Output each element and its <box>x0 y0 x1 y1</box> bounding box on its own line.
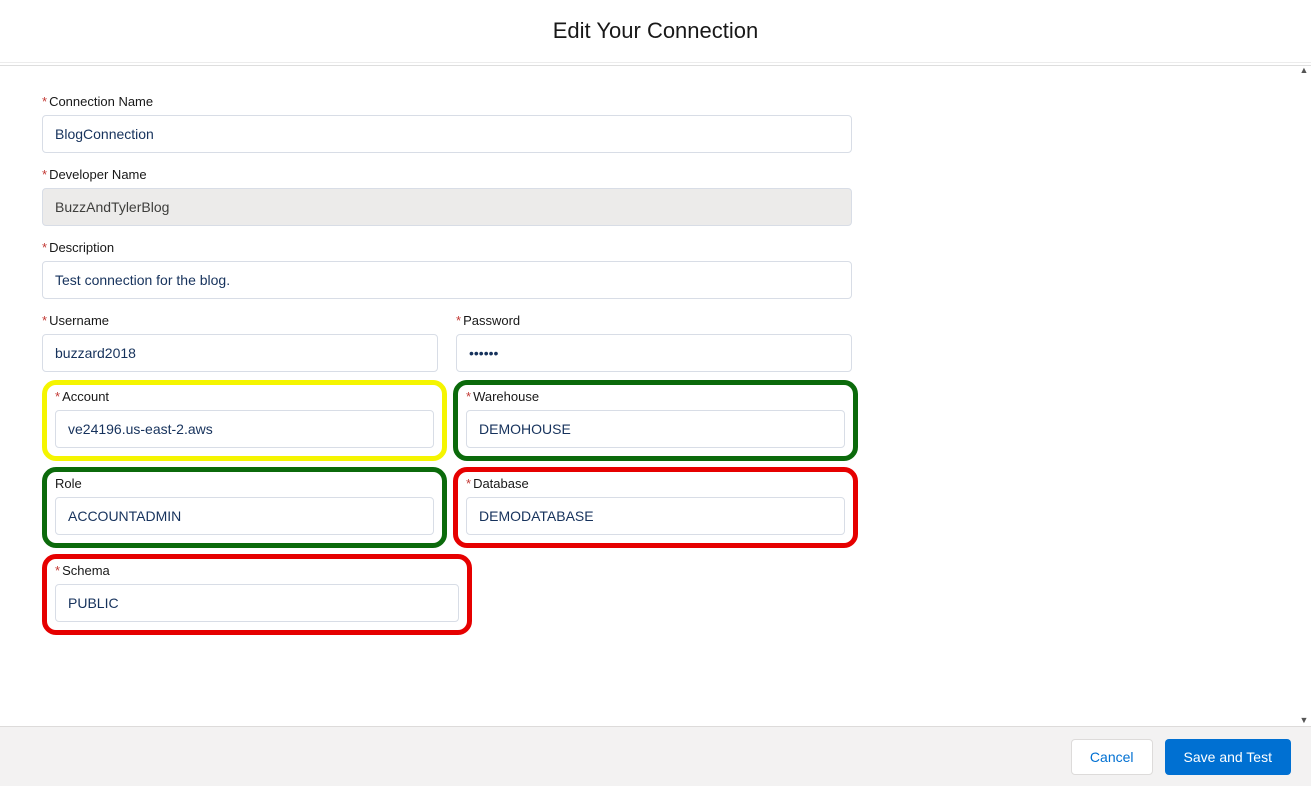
highlight-schema: *Schema <box>42 554 472 635</box>
field-username: *Username <box>42 313 438 372</box>
password-label: Password <box>463 313 520 328</box>
database-label: Database <box>473 476 529 491</box>
role-input[interactable] <box>55 497 434 535</box>
field-password: *Password <box>456 313 852 372</box>
required-marker: * <box>55 563 60 578</box>
description-label: Description <box>49 240 114 255</box>
schema-input[interactable] <box>55 584 459 622</box>
password-input[interactable] <box>456 334 852 372</box>
required-marker: * <box>456 313 461 328</box>
account-input[interactable] <box>55 410 434 448</box>
form-container: *Connection Name *Developer Name *Descri… <box>0 65 1311 659</box>
required-marker: * <box>42 94 47 109</box>
username-input[interactable] <box>42 334 438 372</box>
description-input[interactable] <box>42 261 852 299</box>
save-and-test-button[interactable]: Save and Test <box>1165 739 1291 775</box>
scrollbar[interactable]: ▲ ▼ <box>1297 65 1311 75</box>
highlight-warehouse: *Warehouse <box>453 380 858 461</box>
field-connection-name: *Connection Name <box>42 94 852 153</box>
required-marker: * <box>466 476 471 491</box>
warehouse-input[interactable] <box>466 410 845 448</box>
required-marker: * <box>42 167 47 182</box>
account-label: Account <box>62 389 109 404</box>
connection-name-input[interactable] <box>42 115 852 153</box>
connection-name-label: Connection Name <box>49 94 153 109</box>
database-input[interactable] <box>466 497 845 535</box>
field-developer-name: *Developer Name <box>42 167 852 226</box>
page-title: Edit Your Connection <box>0 0 1311 63</box>
highlight-role: Role <box>42 467 447 548</box>
warehouse-label: Warehouse <box>473 389 539 404</box>
cancel-button[interactable]: Cancel <box>1071 739 1153 775</box>
scroll-down-icon[interactable]: ▼ <box>1300 715 1309 725</box>
footer-bar: Cancel Save and Test <box>0 726 1311 786</box>
role-label: Role <box>55 476 82 491</box>
developer-name-input <box>42 188 852 226</box>
scroll-up-icon[interactable]: ▲ <box>1300 65 1309 75</box>
required-marker: * <box>466 389 471 404</box>
required-marker: * <box>55 389 60 404</box>
developer-name-label: Developer Name <box>49 167 147 182</box>
highlight-database: *Database <box>453 467 858 548</box>
required-marker: * <box>42 240 47 255</box>
username-label: Username <box>49 313 109 328</box>
highlight-account: *Account <box>42 380 447 461</box>
schema-label: Schema <box>62 563 110 578</box>
required-marker: * <box>42 313 47 328</box>
field-description: *Description <box>42 240 852 299</box>
